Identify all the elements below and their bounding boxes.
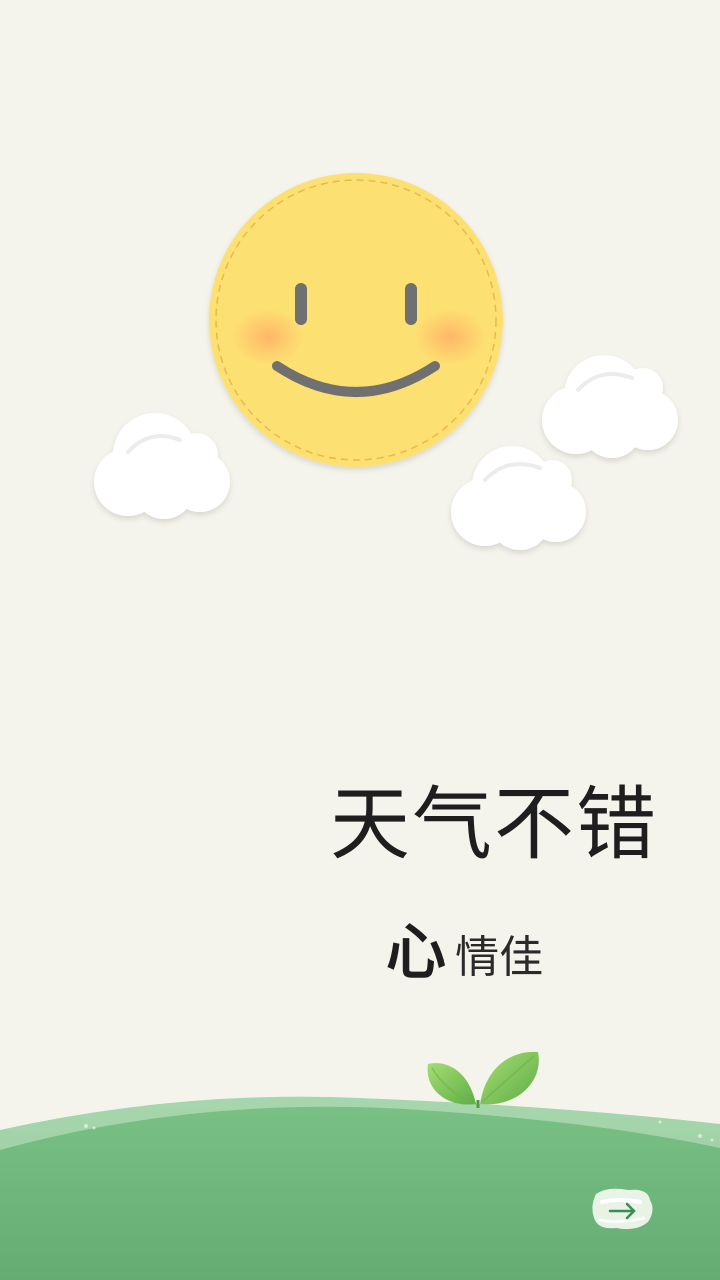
subline-rest: 情佳 <box>455 932 544 983</box>
cloud-icon <box>451 446 586 550</box>
cloud-icon <box>542 355 678 458</box>
subline: 心 情佳 <box>386 918 543 988</box>
weather-illustration <box>0 173 720 1280</box>
headline: 天气不错 <box>330 778 658 871</box>
subline-emphasis: 心 <box>386 918 446 988</box>
arrow-right-icon <box>592 1188 653 1230</box>
sprout-icon <box>427 1051 539 1108</box>
smiling-sun-icon <box>209 173 503 467</box>
next-button[interactable] <box>588 1180 658 1238</box>
cloud-icon <box>94 413 230 519</box>
